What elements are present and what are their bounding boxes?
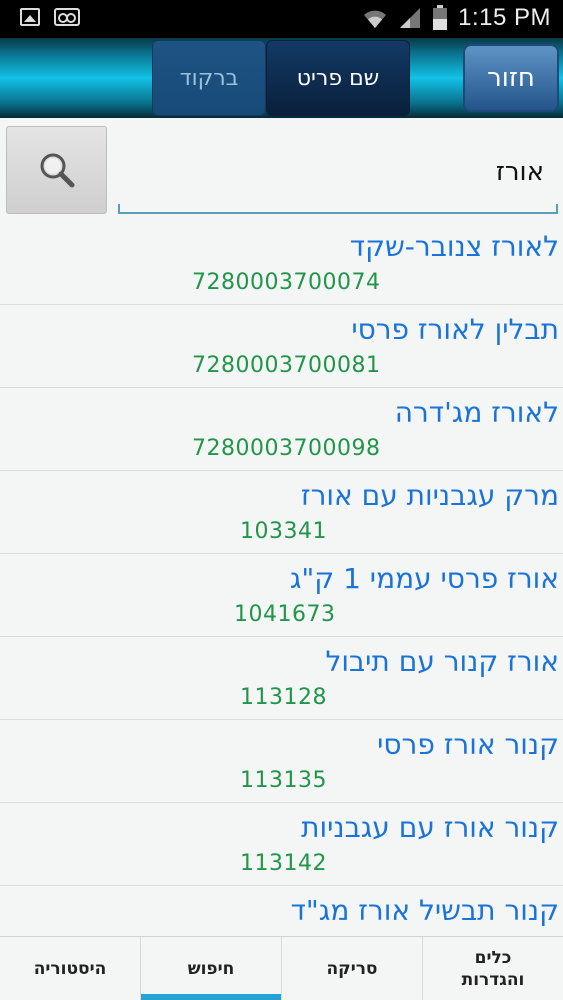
list-item[interactable]: מרק עגבניות עם אורז 103341 (0, 471, 563, 554)
item-code: 113135 (240, 768, 327, 793)
bottom-nav: היסטוריה חיפוש סריקה כלים והגדרות (0, 936, 563, 1000)
battery-icon (432, 5, 448, 31)
item-name: אורז קנור עם תיבול (325, 645, 559, 678)
nav-tab-label: סריקה (326, 958, 378, 979)
image-icon (20, 8, 40, 26)
item-name: אורז פרסי עממי 1 ק"ג (289, 562, 559, 595)
list-item[interactable]: תבלין לאורז פרסי 7280003700081 (0, 305, 563, 388)
item-code: 7280003700098 (192, 436, 381, 461)
list-item[interactable]: לאורז מג'דרה 7280003700098 (0, 388, 563, 471)
list-item[interactable]: לאורז צנובר-שקד 7280003700074 (0, 222, 563, 305)
item-code: 113128 (240, 685, 327, 710)
tab-barcode[interactable]: ברקוד (152, 40, 266, 116)
item-code: 113142 (240, 851, 327, 876)
tab-item-name[interactable]: שם פריט (266, 40, 410, 116)
item-name: קנור אורז פרסי (377, 728, 559, 761)
status-bar: 1:15 PM (0, 0, 563, 38)
voicemail-icon (54, 8, 80, 26)
nav-tab-label: היסטוריה (33, 958, 107, 979)
item-name: לאורז מג'דרה (394, 396, 559, 429)
item-code: 7280003700081 (192, 353, 381, 378)
wifi-icon (362, 6, 388, 30)
item-name: לאורז צנובר-שקד (349, 230, 559, 263)
item-code: 103341 (240, 519, 327, 544)
item-code: 1041673 (234, 602, 336, 627)
list-item[interactable]: אורז קנור עם תיבול 113128 (0, 637, 563, 720)
top-bar: ברקוד שם פריט חזור (0, 38, 563, 118)
list-item[interactable]: קנור אורז פרסי 113135 (0, 720, 563, 803)
search-button[interactable] (6, 126, 107, 214)
nav-tab-tools-settings[interactable]: כלים והגדרות (422, 937, 563, 1000)
nav-tab-history[interactable]: היסטוריה (0, 937, 140, 1000)
list-item[interactable]: קנור תבשיל אורז מג"ד (0, 886, 563, 936)
search-icon (40, 153, 74, 188)
list-item[interactable]: קנור אורז עם עגבניות 113142 (0, 803, 563, 886)
nav-tab-scan[interactable]: סריקה (281, 937, 422, 1000)
nav-tab-label: חיפוש (187, 958, 235, 979)
item-name: מרק עגבניות עם אורז (300, 479, 559, 512)
nav-tab-label: כלים והגדרות (461, 947, 525, 990)
item-code: 7280003700074 (192, 270, 381, 295)
search-input[interactable] (144, 152, 544, 192)
search-field (118, 134, 558, 214)
item-name: קנור תבשיל אורז מג"ד (290, 894, 559, 927)
item-name: תבלין לאורז פרסי (351, 313, 559, 346)
signal-icon (398, 6, 422, 30)
nav-tab-search[interactable]: חיפוש (140, 937, 281, 1000)
results-list[interactable]: לאורז צנובר-שקד 7280003700074 תבלין לאור… (0, 222, 563, 936)
clock: 1:15 PM (458, 4, 551, 31)
back-button[interactable]: חזור (463, 44, 559, 112)
item-name: קנור אורז עם עגבניות (301, 811, 559, 844)
list-item[interactable]: אורז פרסי עממי 1 ק"ג 1041673 (0, 554, 563, 637)
search-area (0, 118, 563, 222)
